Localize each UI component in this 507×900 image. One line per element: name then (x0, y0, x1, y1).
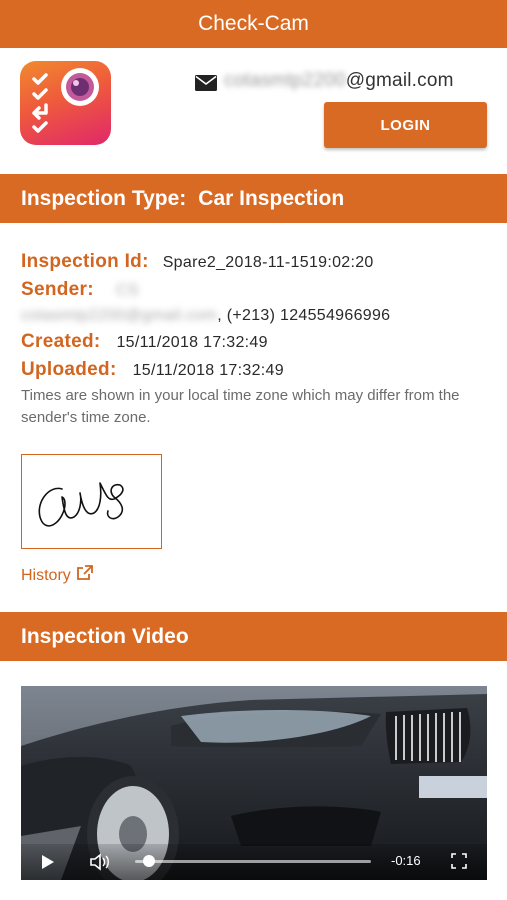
history-link[interactable]: History (21, 565, 93, 586)
fullscreen-icon[interactable] (451, 853, 467, 874)
created-row: Created: 15/11/2018 17:32:49 (21, 331, 268, 353)
sender-row: Sender: CS (21, 279, 139, 301)
video-controls: -0:16 (21, 844, 487, 880)
external-link-icon (76, 565, 93, 586)
sender-contact-row: cotasmtp2200@gmail.com, (+213) 124554966… (21, 307, 390, 325)
seek-handle[interactable] (143, 855, 156, 867)
created-value: 15/11/2018 17:32:49 (116, 334, 268, 351)
login-button[interactable]: LOGIN (324, 102, 487, 148)
inspection-video-bar: Inspection Video (0, 612, 507, 661)
uploaded-label: Uploaded: (21, 359, 117, 380)
volume-icon[interactable] (89, 853, 111, 876)
app-title-bar: Check-Cam (0, 0, 507, 48)
signature-image[interactable] (21, 454, 162, 549)
uploaded-value: 15/11/2018 17:32:49 (132, 362, 284, 379)
inspection-type-label: Inspection Type: (21, 186, 187, 210)
inspection-id-value: Spare2_2018-11-1519:02:20 (162, 254, 374, 271)
time-remaining: -0:16 (391, 853, 421, 868)
app-title: Check-Cam (198, 12, 309, 35)
play-icon[interactable] (41, 854, 55, 875)
created-label: Created: (21, 331, 101, 352)
inspection-type-bar: Inspection Type: Car Inspection (0, 174, 507, 223)
sender-label: Sender: (21, 279, 94, 300)
user-email-domain: @gmail.com (345, 70, 454, 91)
video-player[interactable]: -0:16 (21, 686, 487, 880)
uploaded-row: Uploaded: 15/11/2018 17:32:49 (21, 359, 284, 381)
history-label: History (21, 566, 71, 584)
inspection-id-row: Inspection Id: Spare2_2018-11-1519:02:20 (21, 251, 374, 273)
user-email-name: cotasmtp2200 (224, 70, 346, 91)
sender-name: CS (115, 282, 139, 299)
sender-phone: , (+213) 124554966996 (217, 307, 391, 324)
inspection-video-title: Inspection Video (21, 624, 189, 648)
timezone-note: Times are shown in your local time zone … (21, 387, 460, 426)
inspection-type-value: Car Inspection (198, 186, 345, 210)
inspection-id-label: Inspection Id: (21, 251, 149, 272)
sender-email: cotasmtp2200@gmail.com (21, 307, 218, 324)
app-logo (20, 61, 111, 145)
user-email: cotasmtp2200@gmail.com (224, 70, 454, 92)
seek-bar[interactable] (135, 860, 371, 863)
envelope-icon (195, 75, 217, 91)
